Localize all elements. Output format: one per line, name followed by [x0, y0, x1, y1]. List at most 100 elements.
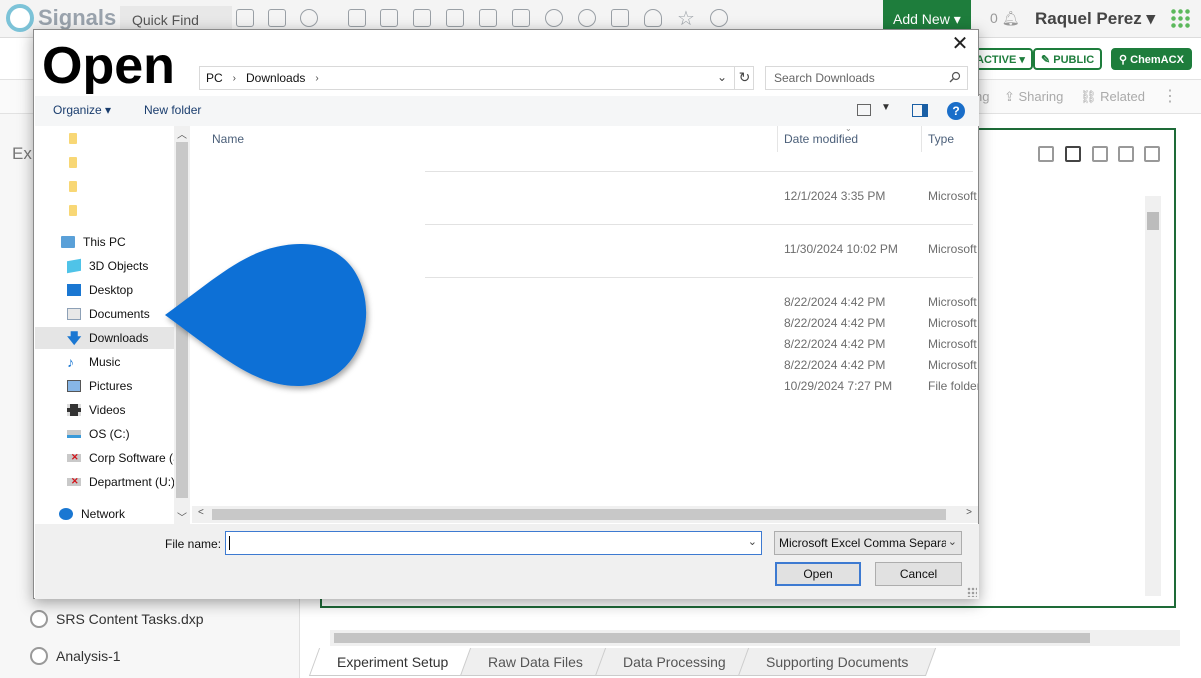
documents-icon	[67, 308, 81, 320]
star-icon[interactable]: ☆	[677, 6, 695, 30]
file-type: Microsoft	[928, 189, 977, 203]
file-type: Microsoft	[928, 358, 977, 372]
people-icon[interactable]	[710, 9, 728, 27]
file-date: 8/22/2024 4:42 PM	[784, 358, 886, 372]
file-date: 10/29/2024 7:27 PM	[784, 379, 893, 393]
chemacx-button[interactable]: ⚲ ChemACX	[1111, 48, 1192, 70]
hexagon-icon[interactable]	[578, 9, 596, 27]
nav-quick-access-folder[interactable]	[69, 151, 190, 173]
file-type-select[interactable]: Microsoft Excel Comma Separa ⌄	[774, 531, 962, 555]
chevron-down-icon[interactable]: ﹀	[177, 509, 187, 524]
chevron-left-icon[interactable]: <	[198, 507, 204, 518]
column-divider[interactable]	[777, 126, 778, 152]
search-downloads-input[interactable]: Search Downloads	[765, 66, 968, 90]
lab-icon[interactable]	[512, 9, 530, 27]
chevron-down-icon[interactable]: ⌄	[748, 535, 757, 548]
nav-quick-access-folder[interactable]	[69, 127, 190, 149]
public-pill[interactable]: ✎ PUBLIC	[1033, 48, 1103, 70]
download-icon[interactable]	[1038, 146, 1054, 162]
nav-quick-access-folder[interactable]	[69, 199, 190, 221]
notifications[interactable]: 0 🔔︎	[990, 10, 1019, 27]
tab-raw-data-files[interactable]: Raw Data Files	[460, 648, 612, 676]
file-row[interactable]: 12/1/2024 3:35 PM Microsoft	[192, 186, 978, 206]
nav-label: Downloads	[89, 331, 149, 345]
open-button[interactable]: Open	[775, 562, 861, 586]
help-icon[interactable]: ?	[947, 102, 965, 120]
apps-grid-icon[interactable]	[1170, 8, 1190, 28]
list-item[interactable]: SRS Content Tasks.dxp	[30, 610, 204, 628]
nav-label: Music	[89, 355, 121, 369]
search-placeholder: Search Downloads	[774, 71, 875, 85]
new-folder-button[interactable]: New folder	[144, 103, 201, 117]
column-divider[interactable]	[921, 126, 922, 152]
search-icon[interactable]	[300, 9, 318, 27]
nav-label: Network	[81, 507, 126, 521]
file-type: Microsoft	[928, 316, 977, 330]
pointer-callout-icon	[165, 243, 367, 387]
column-header-type[interactable]: Type	[928, 132, 954, 146]
breadcrumb-separator-icon[interactable]: ›	[229, 73, 240, 84]
nav-label: OS (C:)	[89, 427, 130, 441]
related-button[interactable]: ⛓ Related	[1080, 89, 1145, 105]
scroll-thumb[interactable]	[334, 633, 1090, 643]
column-header-date-modified[interactable]: Date modified	[784, 132, 858, 146]
status-label: ACTIVE	[976, 54, 1017, 66]
scroll-thumb[interactable]	[212, 509, 946, 520]
nav-quick-access-folder[interactable]	[69, 175, 190, 197]
nav-os-drive[interactable]: OS (C:)	[67, 423, 190, 445]
nav-label: This PC	[83, 235, 126, 249]
message-icon[interactable]	[446, 9, 464, 27]
task-icon[interactable]	[479, 9, 497, 27]
brand[interactable]: Signals	[6, 4, 116, 32]
cancel-button[interactable]: Cancel	[875, 562, 962, 586]
breadcrumb-downloads[interactable]: Downloads	[240, 71, 311, 85]
chevron-down-icon[interactable]: ⌄	[945, 535, 957, 548]
chevron-right-icon[interactable]: >	[966, 507, 972, 518]
file-date: 8/22/2024 4:42 PM	[784, 316, 886, 330]
nav-downloads[interactable]: 🡇 Downloads	[35, 327, 175, 349]
layout-icon[interactable]	[236, 9, 254, 27]
refresh-icon[interactable]: ↻	[734, 66, 754, 90]
nav-network[interactable]: Network	[59, 503, 190, 524]
tab-experiment-setup[interactable]: Experiment Setup	[308, 648, 477, 676]
nav-department-drive[interactable]: Department (U:)	[67, 471, 190, 493]
close-icon[interactable]: ✕	[950, 34, 970, 55]
view-chevron-down-icon[interactable]: ▼	[881, 102, 891, 113]
worksheet-horizontal-scrollbar[interactable]	[330, 630, 1180, 646]
breadcrumb-separator-icon[interactable]: ›	[311, 73, 322, 84]
breadcrumb-pc[interactable]: PC	[200, 71, 229, 85]
file-list-horizontal-scrollbar[interactable]: < >	[192, 506, 978, 523]
chevron-down-icon[interactable]: ⌄	[717, 70, 731, 86]
resize-grip-icon[interactable]	[967, 587, 977, 597]
file-name-input[interactable]: ⌄	[225, 531, 762, 555]
list-item[interactable]: Analysis-1	[30, 647, 121, 665]
calendar-icon[interactable]	[413, 9, 431, 27]
copy-icon[interactable]	[1118, 146, 1134, 162]
more-vertical-icon[interactable]: ⋮	[1162, 86, 1178, 106]
nav-videos[interactable]: Videos	[67, 399, 190, 421]
worksheet-vertical-scrollbar[interactable]	[1145, 196, 1161, 596]
network-graph-icon[interactable]	[545, 9, 563, 27]
sharing-button[interactable]: ⇪ Sharing	[1004, 89, 1063, 105]
upload-icon[interactable]	[1065, 146, 1081, 162]
preview-pane-icon[interactable]	[912, 104, 928, 117]
search-icon	[949, 71, 961, 83]
organize-button[interactable]: Organize ▾	[53, 103, 111, 117]
notebook-icon[interactable]	[348, 9, 366, 27]
chevron-up-icon[interactable]: ︿	[177, 126, 187, 141]
paste-icon[interactable]	[1092, 146, 1108, 162]
cube-icon[interactable]	[611, 9, 629, 27]
nav-corp-software-drive[interactable]: Corp Software (S	[67, 447, 190, 469]
flask-icon[interactable]	[644, 9, 662, 27]
scroll-thumb[interactable]	[1147, 212, 1159, 230]
clipboard-icon[interactable]	[380, 9, 398, 27]
column-header-name[interactable]: Name	[212, 132, 244, 146]
sharing-label: Sharing	[1018, 89, 1064, 104]
chart-icon[interactable]	[268, 9, 286, 27]
trash-icon[interactable]	[1144, 146, 1160, 162]
tab-supporting-documents[interactable]: Supporting Documents	[737, 648, 937, 676]
view-options-icon[interactable]	[857, 104, 871, 116]
address-bar[interactable]: PC › Downloads ›	[199, 66, 754, 90]
tab-data-processing[interactable]: Data Processing	[595, 648, 755, 676]
user-menu[interactable]: Raquel Perez ▾	[1035, 9, 1155, 29]
